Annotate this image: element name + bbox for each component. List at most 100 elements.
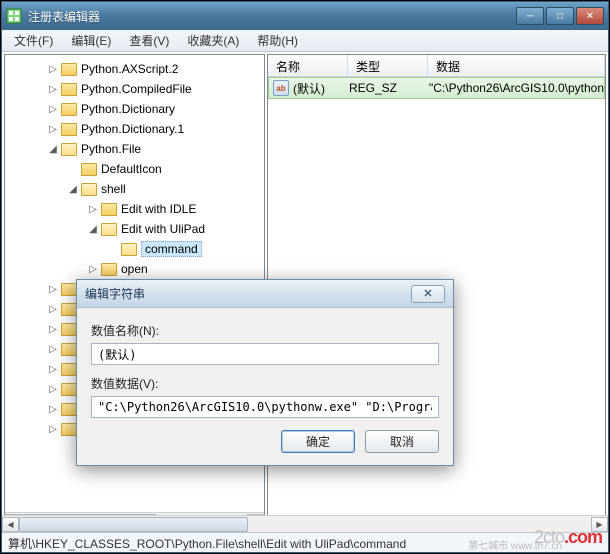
window-title: 注册表编辑器: [28, 8, 516, 25]
close-button[interactable]: ✕: [576, 7, 604, 25]
tree-label: Python.Dictionary: [81, 102, 175, 116]
value-data-label: 数值数据(V):: [91, 375, 439, 392]
tree-item[interactable]: ▷ Python.AXScript.2: [5, 59, 264, 79]
expand-closed-icon[interactable]: ▷: [45, 121, 61, 137]
tree-label: Python.AXScript.2: [81, 62, 178, 76]
expand-closed-icon[interactable]: ▷: [45, 81, 61, 97]
tree-item[interactable]: ▷ Edit with IDLE: [5, 199, 264, 219]
tree-item[interactable]: ◢ Python.File: [5, 139, 264, 159]
tree-item[interactable]: ▷ Python.CompiledFile: [5, 79, 264, 99]
folder-icon: [61, 63, 77, 76]
value-data: "C:\Python26\ArcGIS10.0\python: [429, 81, 604, 95]
tree-spacer: [65, 161, 81, 177]
menubar: 文件(F) 编辑(E) 查看(V) 收藏夹(A) 帮助(H): [2, 30, 608, 52]
tree-label: Edit with IDLE: [121, 202, 196, 216]
tree-label: Python.File: [81, 142, 141, 156]
folder-icon: [61, 323, 77, 336]
list-row[interactable]: ab(默认) REG_SZ "C:\Python26\ArcGIS10.0\py…: [268, 77, 605, 99]
minimize-button[interactable]: ─: [516, 7, 544, 25]
value-name-label: 数值名称(N):: [91, 322, 439, 339]
folder-icon: [61, 363, 77, 376]
value-type: REG_SZ: [349, 81, 429, 95]
expand-closed-icon[interactable]: ▷: [45, 381, 61, 397]
folder-icon: [61, 383, 77, 396]
titlebar[interactable]: 注册表编辑器 ─ □ ✕: [2, 2, 608, 30]
statusbar: 算机\HKEY_CLASSES_ROOT\Python.File\shell\E…: [2, 532, 608, 552]
folder-icon: [81, 183, 97, 196]
folder-icon: [61, 423, 77, 436]
folder-icon: [81, 163, 97, 176]
folder-icon: [61, 283, 77, 296]
maximize-button[interactable]: □: [546, 7, 574, 25]
folder-icon: [101, 203, 117, 216]
folder-icon: [61, 103, 77, 116]
app-icon: [6, 8, 22, 24]
tree-label: shell: [101, 182, 126, 196]
folder-icon: [101, 223, 117, 236]
tree-label: command: [141, 241, 202, 257]
folder-icon: [61, 303, 77, 316]
value-data-input[interactable]: [91, 396, 439, 418]
regedit-window: 注册表编辑器 ─ □ ✕ 文件(F) 编辑(E) 查看(V) 收藏夹(A) 帮助…: [1, 1, 609, 553]
scroll-thumb[interactable]: [19, 517, 248, 532]
expand-closed-icon[interactable]: ▷: [45, 101, 61, 117]
scroll-left-icon[interactable]: ◀: [2, 517, 19, 532]
tree-item[interactable]: DefaultIcon: [5, 159, 264, 179]
expand-closed-icon[interactable]: ▷: [45, 341, 61, 357]
folder-icon: [101, 263, 117, 276]
col-name[interactable]: 名称: [268, 55, 348, 76]
tree-item[interactable]: ▷ Python.Dictionary.1: [5, 119, 264, 139]
menu-view[interactable]: 查看(V): [121, 30, 177, 51]
tree-item[interactable]: ◢ Edit with UliPad: [5, 219, 264, 239]
cancel-button[interactable]: 取消: [365, 430, 439, 453]
window-buttons: ─ □ ✕: [516, 7, 604, 25]
expand-open-icon[interactable]: ◢: [65, 181, 81, 197]
dialog-body: 数值名称(N): 数值数据(V): 确定 取消: [77, 308, 453, 465]
expand-closed-icon[interactable]: ▷: [45, 301, 61, 317]
tree-item[interactable]: ▷ open: [5, 259, 264, 279]
folder-icon: [61, 83, 77, 96]
menu-favorites[interactable]: 收藏夹(A): [179, 30, 247, 51]
expand-closed-icon[interactable]: ▷: [45, 401, 61, 417]
col-type[interactable]: 类型: [348, 55, 428, 76]
menu-help[interactable]: 帮助(H): [249, 30, 306, 51]
col-data[interactable]: 数据: [428, 55, 605, 76]
tree-item[interactable]: command: [5, 239, 264, 259]
folder-icon: [61, 403, 77, 416]
dialog-titlebar[interactable]: 编辑字符串 ✕: [77, 280, 453, 308]
expand-closed-icon[interactable]: ▷: [85, 201, 101, 217]
tree-label: Python.CompiledFile: [81, 82, 192, 96]
folder-icon: [61, 123, 77, 136]
tree-item[interactable]: ◢ shell: [5, 179, 264, 199]
menu-file[interactable]: 文件(F): [6, 30, 61, 51]
expand-closed-icon[interactable]: ▷: [45, 61, 61, 77]
folder-icon: [61, 343, 77, 356]
value-name: (默认): [293, 80, 325, 97]
dialog-title: 编辑字符串: [85, 285, 411, 302]
folder-icon: [61, 143, 77, 156]
expand-open-icon[interactable]: ◢: [45, 141, 61, 157]
expand-closed-icon[interactable]: ▷: [45, 281, 61, 297]
string-value-icon: ab: [273, 80, 289, 96]
list-header[interactable]: 名称 类型 数据: [268, 55, 605, 77]
tree-label: Edit with UliPad: [121, 222, 205, 236]
scroll-track[interactable]: [19, 517, 591, 532]
dialog-close-button[interactable]: ✕: [411, 285, 445, 303]
tree-label: Python.Dictionary.1: [81, 122, 184, 136]
edit-string-dialog[interactable]: 编辑字符串 ✕ 数值名称(N): 数值数据(V): 确定 取消: [76, 279, 454, 466]
expand-closed-icon[interactable]: ▷: [45, 321, 61, 337]
expand-closed-icon[interactable]: ▷: [45, 361, 61, 377]
expand-open-icon[interactable]: ◢: [85, 221, 101, 237]
tree-label: open: [121, 262, 148, 276]
list-hscroll[interactable]: ◀ ▶: [2, 515, 608, 532]
tree-label: DefaultIcon: [101, 162, 162, 176]
expand-closed-icon[interactable]: ▷: [45, 421, 61, 437]
scroll-right-icon[interactable]: ▶: [591, 517, 608, 532]
ok-button[interactable]: 确定: [281, 430, 355, 453]
expand-closed-icon[interactable]: ▷: [85, 261, 101, 277]
tree-spacer: [105, 241, 121, 257]
tree-item[interactable]: ▷ Python.Dictionary: [5, 99, 264, 119]
menu-edit[interactable]: 编辑(E): [63, 30, 119, 51]
value-name-input[interactable]: [91, 343, 439, 365]
folder-icon: [121, 243, 137, 256]
